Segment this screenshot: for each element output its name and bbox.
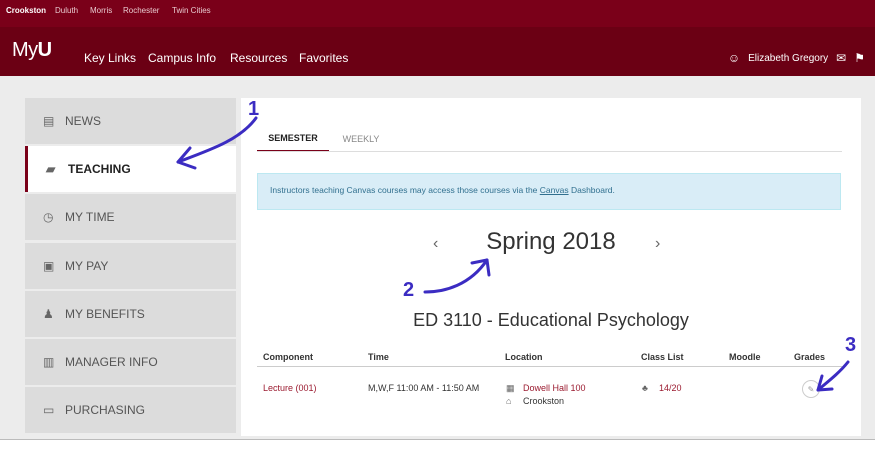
sidebar-item-label: MY PAY: [65, 259, 109, 273]
campus-link-twin-cities[interactable]: Twin Cities: [172, 6, 211, 15]
col-header-moodle: Moodle: [729, 352, 761, 362]
money-icon: ▣: [43, 259, 55, 273]
notice-text: Instructors teaching Canvas courses may …: [270, 185, 540, 195]
myu-logo[interactable]: MyU: [12, 39, 52, 62]
campus-link-rochester[interactable]: Rochester: [123, 6, 159, 15]
user-circle-icon: ☺: [727, 51, 741, 65]
col-header-grades: Grades: [794, 352, 826, 362]
sidebar-item-label: TEACHING: [68, 162, 131, 176]
canvas-notice: Instructors teaching Canvas courses may …: [257, 173, 841, 210]
class-list-link[interactable]: 14/20: [659, 383, 682, 393]
tab-divider: [257, 151, 842, 152]
sidebar-item-teaching[interactable]: ▰ TEACHING: [25, 146, 236, 192]
canvas-link[interactable]: Canvas: [540, 185, 569, 195]
sidebar-item-purchasing[interactable]: ▭ PURCHASING: [25, 387, 236, 433]
book-icon: ▰: [46, 162, 56, 176]
col-header-class-list: Class List: [641, 352, 684, 362]
component-link[interactable]: Lecture (001): [263, 383, 317, 393]
sidebar-item-label: NEWS: [65, 114, 101, 128]
building-icon: ▦: [506, 383, 515, 393]
course-title: ED 3110 - Educational Psychology: [413, 310, 689, 330]
location-link[interactable]: Dowell Hall 100: [523, 383, 586, 393]
user-plus-icon: ♟: [43, 307, 54, 321]
sidebar-item-my-time[interactable]: ◷ MY TIME: [25, 194, 236, 240]
campus-link-duluth[interactable]: Duluth: [55, 6, 78, 15]
sidebar-item-label: PURCHASING: [65, 403, 146, 417]
sidebar-item-label: MANAGER INFO: [65, 355, 158, 369]
newspaper-icon: ▤: [43, 114, 55, 128]
sidebar-item-label: MY BENEFITS: [65, 307, 145, 321]
time-cell: M,W,F 11:00 AM - 11:50 AM: [368, 383, 480, 393]
sidebar-item-my-pay[interactable]: ▣ MY PAY: [25, 243, 236, 289]
campus-bar: Crookston Duluth Morris Rochester Twin C…: [0, 0, 875, 27]
col-header-location: Location: [505, 352, 543, 362]
tab-weekly[interactable]: WEEKLY: [333, 126, 389, 152]
edit-check-icon: ✎: [807, 384, 815, 394]
grades-button[interactable]: ✎: [802, 380, 820, 398]
user-name[interactable]: Elizabeth Gregory: [748, 53, 828, 64]
mail-icon[interactable]: ✉: [836, 52, 846, 64]
sidebar-item-label: MY TIME: [65, 210, 115, 224]
users-icon: ♣: [642, 383, 648, 393]
user-area: ☺ Elizabeth Gregory ✉ ⚑: [728, 50, 865, 66]
sidebar-item-my-benefits[interactable]: ♟ MY BENEFITS: [25, 291, 236, 337]
nav-key-links[interactable]: Key Links: [84, 51, 136, 65]
campus-cell: Crookston: [523, 396, 565, 406]
teaching-panel: SEMESTER WEEKLY Instructors teaching Can…: [241, 98, 861, 436]
main-nav: MyU Key Links Campus Info Resources Favo…: [0, 27, 875, 76]
nav-favorites[interactable]: Favorites: [299, 51, 348, 65]
sidebar-item-news[interactable]: ▤ NEWS: [25, 98, 236, 144]
campus-link-crookston[interactable]: Crookston: [6, 6, 46, 15]
credit-card-icon: ▭: [43, 403, 55, 417]
clock-icon: ◷: [43, 210, 54, 224]
bar-chart-icon: ▥: [43, 355, 55, 369]
tab-semester[interactable]: SEMESTER: [257, 126, 329, 152]
col-header-time: Time: [368, 352, 389, 362]
campus-building-icon: ⌂: [506, 396, 512, 406]
page-bottom-edge: [0, 439, 875, 440]
nav-resources[interactable]: Resources: [230, 51, 287, 65]
next-term-arrow[interactable]: ›: [655, 235, 660, 253]
col-header-component: Component: [263, 352, 313, 362]
term-title: Spring 2018: [486, 228, 616, 255]
screenshot-frame: Crookston Duluth Morris Rochester Twin C…: [0, 0, 881, 449]
flag-icon[interactable]: ⚑: [854, 52, 865, 64]
table-header-divider: [257, 366, 842, 367]
sidebar-item-manager-info[interactable]: ▥ MANAGER INFO: [25, 339, 236, 385]
campus-link-morris[interactable]: Morris: [90, 6, 112, 15]
sidebar: ▤ NEWS ▰ TEACHING ◷ MY TIME ▣ MY PAY ♟ M…: [25, 98, 236, 436]
nav-campus-info[interactable]: Campus Info: [148, 51, 216, 65]
notice-text-end: Dashboard.: [568, 185, 615, 195]
